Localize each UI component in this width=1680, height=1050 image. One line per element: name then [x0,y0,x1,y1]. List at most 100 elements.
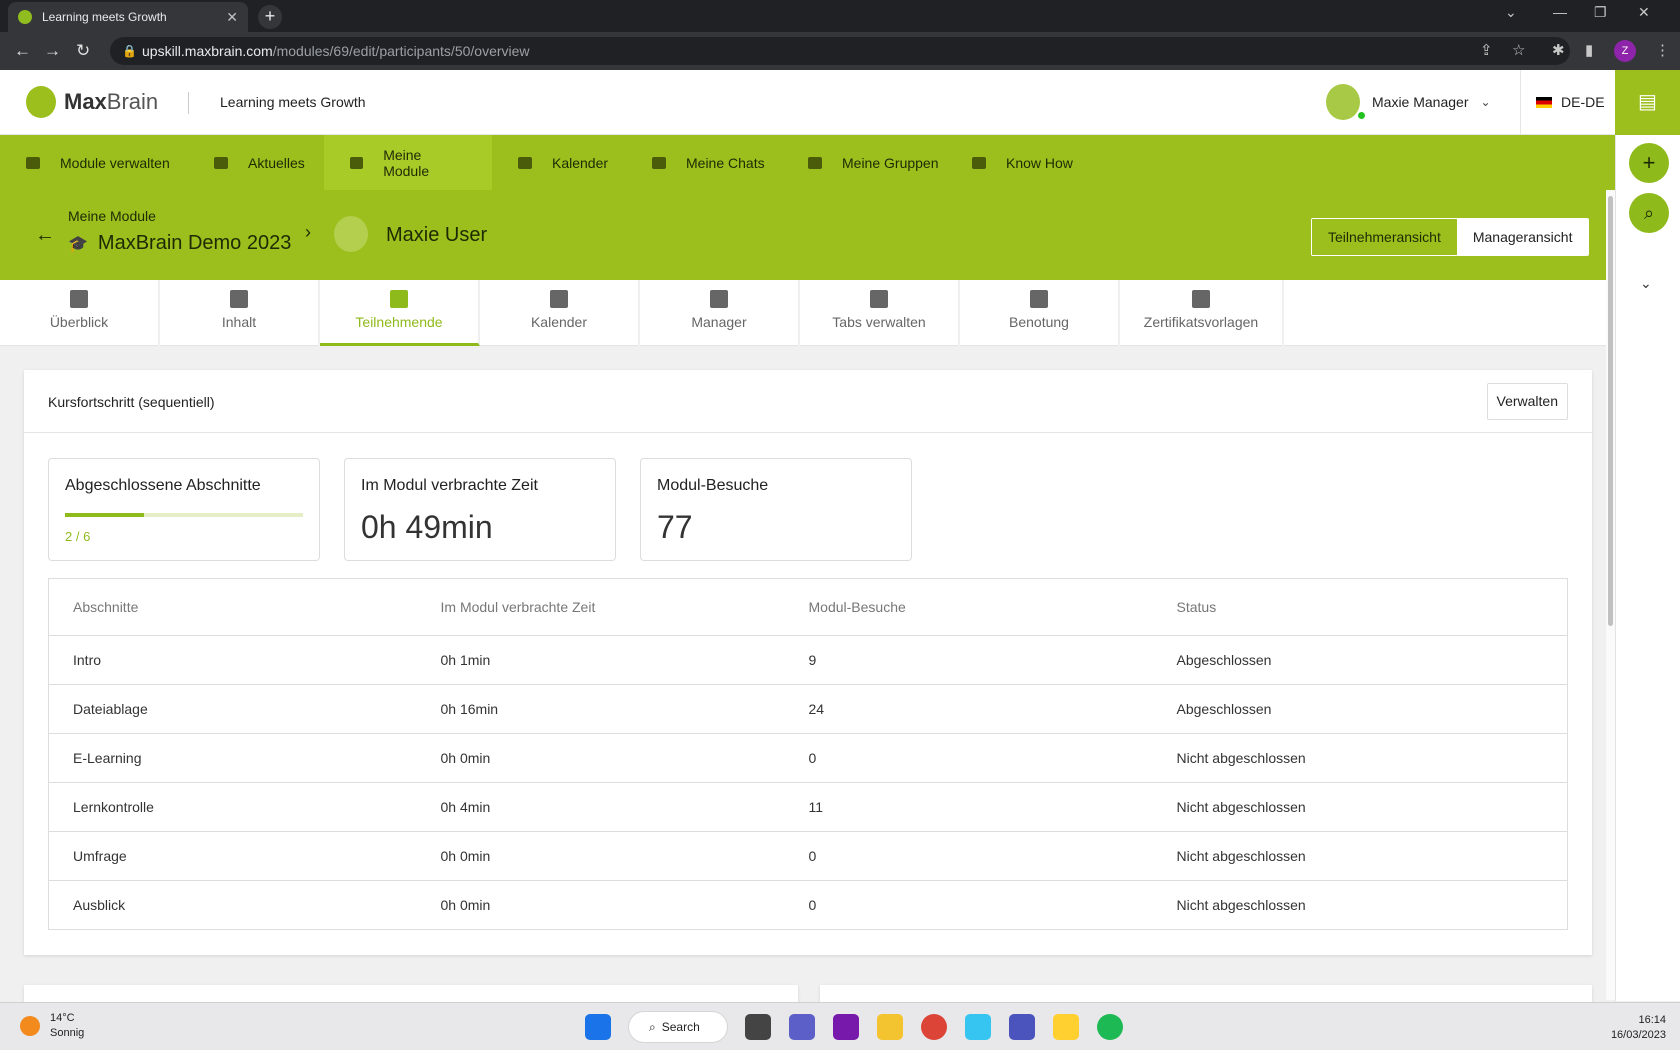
nav-item-know-how[interactable]: Know How [946,135,1099,190]
temperature: 14°C [50,1012,75,1024]
teams-icon[interactable] [1009,1014,1035,1040]
back-arrow-icon[interactable]: ← [35,224,55,247]
task-view-icon[interactable] [745,1014,771,1040]
tab-label: Benotung [1009,314,1069,330]
nav-item-module-verwalten[interactable]: Module verwalten [0,135,196,190]
tab-label: Teilnehmende [355,314,443,330]
language-label: DE-DE [1561,94,1605,110]
module-tabs: Überblick Inhalt Teilnehmende Kalender M… [0,280,1615,346]
groups-icon [808,156,822,169]
window-close-icon[interactable]: ✕ [1638,4,1650,21]
cell-status: Nicht abgeschlossen [1152,733,1568,783]
user-menu[interactable]: Maxie Manager ⌄ [1326,84,1491,120]
maximize-icon[interactable]: ❐ [1594,4,1607,21]
scrollbar-thumb[interactable] [1608,196,1613,626]
column-header: Im Modul verbrachte Zeit [416,578,785,636]
manager-icon [710,290,728,308]
header-divider [188,92,189,114]
card-header: Kursfortschritt (sequentiell) Verwalten [24,370,1592,433]
system-clock[interactable]: 16:14 16/03/2023 [1611,1013,1666,1043]
tab-inhalt[interactable]: Inhalt [160,280,320,346]
browser-menu-icon[interactable]: ⋮ [1655,41,1670,59]
cell-visits: 9 [784,635,1153,685]
sections-progress-value: 2 / 6 [65,529,91,544]
cell-visits: 24 [784,684,1153,734]
cell-time: 0h 0min [416,733,785,783]
nav-item-meine-gruppen[interactable]: Meine Gruppen [782,135,965,190]
participant-view-button[interactable]: Teilnehmeransicht [1312,219,1457,255]
nav-item-meine-chats[interactable]: Meine Chats [626,135,791,190]
cell-status: Abgeschlossen [1152,684,1568,734]
page-scrollbar[interactable] [1606,190,1615,1000]
profile-avatar[interactable]: Z [1614,40,1636,62]
bookmark-star-icon[interactable]: ☆ [1512,41,1525,59]
breadcrumb-parent[interactable]: Meine Module [68,208,156,224]
language-selector[interactable]: DE-DE [1536,94,1605,110]
manage-button[interactable]: Verwalten [1486,383,1568,420]
reload-icon[interactable]: ↻ [76,41,90,61]
cell-time: 0h 16min [416,684,785,734]
nav-item-kalender[interactable]: Kalender [492,135,634,190]
tab-teilnehmende[interactable]: Teilnehmende [320,280,480,346]
url-bar[interactable]: 🔒 upskill.maxbrain.com/modules/69/edit/p… [110,37,1570,65]
table-row: Intro 0h 1min 9 Abgeschlossen [48,635,1568,685]
breadcrumb-module[interactable]: 🎓 MaxBrain Demo 2023 [68,232,291,255]
chrome-icon[interactable] [921,1014,947,1040]
stat-value: 77 [657,509,693,545]
close-tab-icon[interactable]: ✕ [226,9,238,26]
file-explorer-icon[interactable] [877,1014,903,1040]
book-icon [972,156,986,169]
stat-label: Im Modul verbrachte Zeit [361,477,538,494]
slack-icon[interactable] [965,1014,991,1040]
cell-visits: 11 [784,782,1153,832]
extensions-icon[interactable]: ✱ [1552,41,1565,59]
nav-label: Meine Gruppen [842,154,939,171]
logo-text-brain: Brain [106,89,159,114]
taskbar-search[interactable]: ⌕ Search [628,1011,728,1043]
tab-label: Inhalt [221,314,257,330]
forward-icon[interactable]: → [44,41,61,61]
brain-logo-icon [26,86,56,118]
search-icon: ⌕ [649,1019,656,1034]
column-header: Modul-Besuche [784,578,1153,636]
weather-widget[interactable]: 14°C Sonnig [20,1011,84,1041]
back-icon[interactable]: ← [14,41,31,61]
manager-view-button[interactable]: Manageransicht [1456,219,1589,255]
browser-tab[interactable]: Learning meets Growth ✕ [8,2,248,32]
tab-kalender[interactable]: Kalender [480,280,640,346]
miro-icon[interactable] [1053,1014,1079,1040]
tab-label: Manager [691,314,747,330]
add-button[interactable]: + [1629,143,1669,183]
share-icon[interactable]: ⇪ [1480,41,1493,59]
tab-benotung[interactable]: Benotung [960,280,1120,346]
new-tab-button[interactable]: + [258,5,282,29]
nav-item-meine-module[interactable]: Meine Module [324,135,492,190]
minimize-icon[interactable]: — [1553,4,1567,20]
maxbrain-logo[interactable]: Max Brain [26,86,158,118]
teams-chat-icon[interactable] [789,1014,815,1040]
cell-visits: 0 [784,831,1153,881]
tab-manager[interactable]: Manager [640,280,800,346]
nav-item-aktuelles[interactable]: Aktuelles [188,135,331,190]
chat-button[interactable]: ▤ [1615,70,1680,135]
window-icon [870,290,888,308]
tab-ueberblick[interactable]: Überblick [0,280,160,346]
tab-tabs-verwalten[interactable]: Tabs verwalten [800,280,960,346]
tab-zertifikatsvorlagen[interactable]: Zertifikatsvorlagen [1120,280,1284,346]
windows-start-icon[interactable] [585,1014,611,1040]
cell-section: Lernkontrolle [48,782,417,832]
onenote-icon[interactable] [833,1014,859,1040]
clock-date: 16/03/2023 [1610,1029,1666,1041]
table-row: Ausblick 0h 0min 0 Nicht abgeschlossen [49,881,1568,930]
cell-section: Dateiablage [48,684,417,734]
tab-label: Überblick [49,314,109,330]
tab-search-icon[interactable]: ⌄ [1505,4,1517,21]
browser-tab-title: Learning meets Growth [42,10,167,24]
cell-time: 0h 4min [416,782,785,832]
sidepanel-icon[interactable]: ▮ [1585,41,1593,59]
spotify-icon[interactable] [1097,1014,1123,1040]
expand-chevron-icon[interactable]: ⌄ [1640,275,1652,292]
cell-time: 0h 0min [440,897,491,913]
search-button[interactable]: ⌕ [1629,193,1669,233]
tab-label: Kalender [530,314,588,330]
